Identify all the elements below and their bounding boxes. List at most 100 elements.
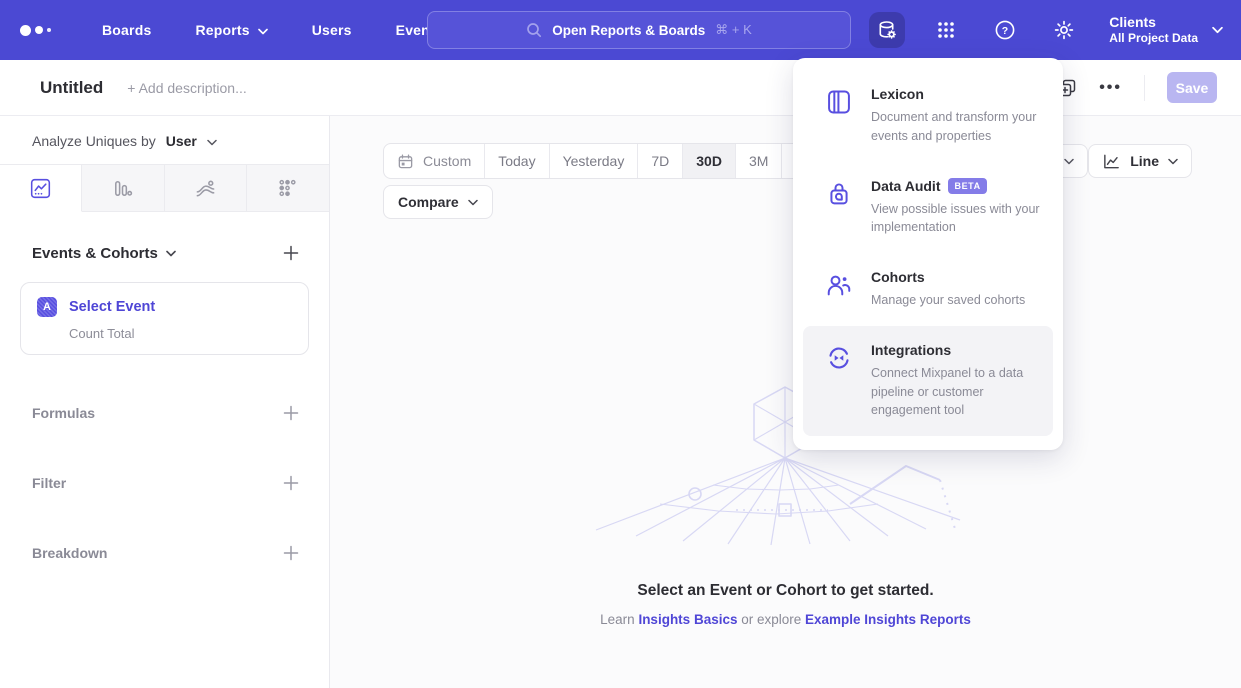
chevron-down-icon	[1064, 158, 1074, 165]
count-total-dropdown[interactable]: Count Total	[69, 326, 292, 341]
chevron-down-icon	[468, 199, 478, 206]
plus-icon	[283, 475, 299, 491]
menu-item-title: Lexicon	[871, 86, 924, 102]
scatter-chart-icon	[276, 177, 299, 200]
event-card[interactable]: A Select Event Count Total	[20, 282, 309, 355]
compare-label: Compare	[398, 194, 459, 210]
chevron-down-icon	[1168, 158, 1178, 165]
help-button[interactable]: ?	[987, 12, 1023, 48]
filter-section: Filter	[0, 471, 329, 495]
menu-item-title: Integrations	[871, 342, 951, 358]
menu-item-description: Document and transform your events and p…	[871, 108, 1043, 146]
menu-item-lexicon[interactable]: Lexicon Document and transform your even…	[803, 70, 1053, 162]
menu-item-description: View possible issues with your implement…	[871, 200, 1043, 238]
bar-chart-icon	[111, 177, 134, 200]
line-chart-icon	[29, 177, 52, 200]
search-shortcut: ⌘ + K	[715, 22, 752, 38]
insights-basics-link[interactable]: Insights Basics	[638, 612, 737, 627]
project-selector[interactable]: Clients All Project Data	[1109, 13, 1223, 47]
example-insights-reports-link[interactable]: Example Insights Reports	[805, 612, 971, 627]
apps-grid-icon	[936, 20, 956, 40]
add-breakdown-button[interactable]	[283, 545, 299, 561]
range-label: 3M	[749, 153, 768, 169]
range-yesterday[interactable]: Yesterday	[549, 144, 638, 178]
mixpanel-logo[interactable]	[20, 25, 64, 36]
range-label: Custom	[423, 153, 471, 169]
header-divider	[1144, 75, 1145, 101]
formulas-section: Formulas	[0, 401, 329, 425]
range-custom[interactable]: Custom	[384, 144, 484, 178]
tab-bar-chart[interactable]	[82, 165, 164, 212]
empty-sub-prefix: Learn	[600, 612, 638, 627]
tab-flow-chart[interactable]	[165, 165, 247, 212]
add-formula-button[interactable]	[283, 405, 299, 421]
menu-item-integrations[interactable]: Integrations Connect Mixpanel to a data …	[803, 326, 1053, 436]
range-label: Today	[498, 153, 535, 169]
chart-area: Custom Today Yesterday 7D 30D 3M 6M Comp…	[330, 116, 1241, 688]
analyze-uniques-row: Analyze Uniques by User	[0, 116, 329, 164]
project-name: Clients	[1109, 13, 1198, 31]
data-management-menu: Lexicon Document and transform your even…	[793, 58, 1063, 450]
empty-state-subtitle: Learn Insights Basics or explore Example…	[330, 612, 1241, 627]
menu-item-description: Manage your saved cohorts	[871, 291, 1043, 310]
line-chart-icon	[1102, 152, 1121, 171]
range-today[interactable]: Today	[484, 144, 548, 178]
beta-badge: BETA	[948, 178, 986, 194]
events-cohorts-label: Events & Cohorts	[32, 245, 158, 262]
cohorts-icon	[825, 271, 853, 310]
tab-line-chart[interactable]	[0, 165, 82, 212]
empty-sub-middle: or explore	[737, 612, 805, 627]
top-nav: Boards Reports Users Events Open Reports…	[0, 0, 1241, 60]
range-label: 7D	[651, 153, 669, 169]
integrations-icon	[825, 344, 853, 420]
data-management-button[interactable]	[869, 12, 905, 48]
apps-grid-button[interactable]	[928, 12, 964, 48]
report-title[interactable]: Untitled	[40, 78, 103, 98]
breakdown-label: Breakdown	[32, 545, 107, 561]
nav-label: Boards	[102, 22, 151, 38]
more-options-button[interactable]: •••	[1099, 79, 1122, 97]
event-badge: A	[37, 297, 57, 317]
add-description-field[interactable]: + Add description...	[127, 80, 246, 96]
menu-item-description: Connect Mixpanel to a data pipeline or c…	[871, 364, 1043, 420]
range-3m[interactable]: 3M	[735, 144, 781, 178]
filter-label: Filter	[32, 475, 66, 491]
breakdown-section: Breakdown	[0, 541, 329, 565]
date-range-control: Custom Today Yesterday 7D 30D 3M 6M	[383, 143, 829, 179]
search-icon	[526, 22, 542, 38]
menu-item-title: Cohorts	[871, 269, 925, 285]
nav-item-boards[interactable]: Boards	[102, 22, 151, 38]
tab-scatter-chart[interactable]	[247, 165, 329, 212]
chevron-down-icon	[207, 139, 217, 146]
nav-item-reports[interactable]: Reports	[195, 22, 267, 38]
chart-type-dropdown[interactable]: Line	[1088, 144, 1192, 178]
nav-label: Reports	[195, 22, 249, 38]
plus-icon	[283, 405, 299, 421]
compare-dropdown[interactable]: Compare	[383, 185, 493, 219]
lexicon-icon	[825, 88, 853, 146]
nav-label: Users	[312, 22, 352, 38]
settings-button[interactable]	[1046, 12, 1082, 48]
save-button[interactable]: Save	[1167, 72, 1217, 103]
menu-item-data-audit[interactable]: Data AuditBETA View possible issues with…	[803, 162, 1053, 254]
global-search[interactable]: Open Reports & Boards ⌘ + K	[427, 11, 851, 49]
plus-icon	[283, 245, 299, 261]
add-filter-button[interactable]	[283, 475, 299, 491]
events-cohorts-header: Events & Cohorts	[0, 240, 329, 266]
analyze-prefix-label: Analyze Uniques by	[32, 133, 156, 149]
add-event-button[interactable]	[283, 245, 299, 261]
settings-gear-icon	[1053, 19, 1075, 41]
range-label: 30D	[696, 153, 722, 169]
select-event-button[interactable]: Select Event	[69, 299, 155, 315]
events-cohorts-toggle[interactable]: Events & Cohorts	[32, 245, 176, 262]
menu-item-cohorts[interactable]: Cohorts Manage your saved cohorts	[803, 253, 1053, 326]
calendar-icon	[397, 153, 414, 170]
flow-chart-icon	[194, 177, 217, 200]
nav-item-users[interactable]: Users	[312, 22, 352, 38]
analyze-value-dropdown[interactable]: User	[166, 133, 197, 149]
data-management-icon	[876, 19, 898, 41]
range-7d[interactable]: 7D	[637, 144, 682, 178]
range-label: Yesterday	[563, 153, 625, 169]
project-scope: All Project Data	[1109, 31, 1198, 47]
range-30d[interactable]: 30D	[682, 144, 735, 178]
